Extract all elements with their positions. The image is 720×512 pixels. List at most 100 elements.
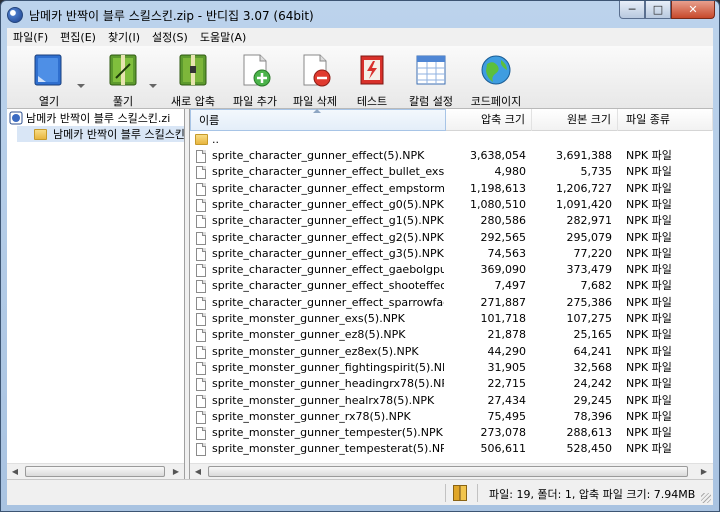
status-divider [477,484,478,502]
test-label: 테스트 [356,95,388,108]
file-type: NPK 파일 [626,230,672,244]
parent-folder-row[interactable]: .. [190,132,713,148]
open-dropdown-icon[interactable] [77,84,85,88]
file-row[interactable]: sprite_monster_gunner_fightingspirit(5).… [190,360,713,376]
file-type: NPK 파일 [626,165,672,179]
original-size: 29,245 [573,393,613,407]
codepage-button[interactable]: 코드페이지 [465,50,527,108]
file-row[interactable]: sprite_monster_gunner_healrx78(5).NPK 27,… [190,393,713,409]
file-row[interactable]: sprite_character_gunner_effect_bullet_ex… [190,164,713,180]
menu-help[interactable]: 도움말(A) [194,29,252,45]
open-archive-icon [34,54,62,86]
minimize-button[interactable]: ─ [619,1,645,19]
column-header-name[interactable]: 이름 [190,109,446,131]
file-type: NPK 파일 [626,393,672,407]
title-bar[interactable]: 남메카 반짝이 블루 스킬스킨.zip - 반디집 3.07 (64bit) ─… [1,1,719,28]
compressed-size: 1,198,613 [470,181,526,195]
menu-settings[interactable]: 설정(S) [146,29,194,45]
scroll-left-icon[interactable]: ◀ [7,464,23,479]
scroll-thumb[interactable] [25,466,165,477]
menu-edit[interactable]: 편집(E) [54,29,102,45]
list-horizontal-scrollbar[interactable]: ◀ ▶ [190,463,713,479]
original-size: 25,165 [573,328,613,342]
extract-button[interactable]: 풀기 [95,50,151,108]
compressed-size: 74,563 [487,246,527,260]
resize-grip[interactable] [701,493,711,503]
extract-icon [109,54,137,86]
file-name: sprite_character_gunner_effect_empstorm(… [212,181,444,195]
file-row[interactable]: sprite_monster_gunner_headingrx78(5).NPK… [190,376,713,392]
extract-label: 풀기 [112,95,134,108]
column-settings-button[interactable]: 칼럼 설정 [403,50,459,108]
file-row[interactable]: sprite_character_gunner_effect(5).NPK 3,6… [190,148,713,164]
scroll-thumb[interactable] [208,466,688,477]
scroll-right-icon[interactable]: ▶ [696,464,712,479]
file-type: NPK 파일 [626,328,672,342]
scroll-left-icon[interactable]: ◀ [190,464,206,479]
file-type: NPK 파일 [626,214,672,228]
file-name: sprite_monster_gunner_rx78(5).NPK [212,409,411,423]
window-title: 남메카 반짝이 블루 스킬스킨.zip - 반디집 3.07 (64bit) [29,9,314,23]
delete-file-button[interactable]: 파일 삭제 [287,50,343,108]
menu-find[interactable]: 찾기(I) [102,29,146,45]
original-size: 1,206,727 [556,181,612,195]
file-row[interactable]: sprite_monster_gunner_ez8ex(5).NPK 44,290… [190,344,713,360]
file-row[interactable]: sprite_character_gunner_effect_gaebolgpu… [190,262,713,278]
list-header: 이름 압축 크기 원본 크기 파일 종류 [190,109,713,131]
file-row[interactable]: sprite_monster_gunner_rx78(5).NPK 75,495 7… [190,409,713,425]
sort-ascending-icon [313,109,321,113]
status-bar: 파일: 19, 폴더: 1, 압축 파일 크기: 7.94MB [7,479,713,505]
menu-bar: 파일(F) 편집(E) 찾기(I) 설정(S) 도움말(A) [7,28,713,46]
add-file-button[interactable]: 파일 추가 [227,50,283,108]
open-button[interactable]: 열기 [21,50,77,108]
file-list[interactable]: 이름 압축 크기 원본 크기 파일 종류 .. sprite_character… [190,109,713,479]
file-name: sprite_monster_gunner_exs(5).NPK [212,312,405,325]
file-row[interactable]: sprite_monster_gunner_exs(5).NPK 101,718 1… [190,311,713,327]
file-row[interactable]: sprite_monster_gunner_ez8(5).NPK 21,878 25… [190,327,713,343]
file-name: sprite_monster_gunner_ez8ex(5).NPK [212,344,419,358]
compressed-size: 44,290 [487,344,527,358]
tree-item-folder[interactable]: 남메카 반짝이 블루 스킬스킨 [17,126,184,142]
file-row[interactable]: sprite_character_gunner_effect_g3(5).NPK… [190,246,713,262]
file-type: NPK 파일 [626,263,672,277]
tree-item-archive[interactable]: 남메카 반짝이 블루 스킬스킨.zi [9,110,170,126]
column-header-compressed[interactable]: 압축 크기 [446,109,532,131]
file-icon [196,443,206,457]
file-type: NPK 파일 [626,409,672,423]
file-row[interactable]: sprite_character_gunner_effect_sparrowfa… [190,295,713,311]
maximize-button[interactable]: □ [645,1,671,19]
file-row[interactable]: sprite_character_gunner_effect_g0(5).NPK… [190,197,713,213]
bandizip-app-icon[interactable] [7,7,23,23]
column-header-original[interactable]: 원본 크기 [532,109,618,131]
folder-icon [195,134,208,145]
original-size: 32,568 [573,360,613,374]
file-row[interactable]: sprite_monster_gunner_tempester(5).NPK 27… [190,425,713,441]
file-name: sprite_character_gunner_effect_gaebolgpu… [212,263,444,277]
open-label: 열기 [38,95,60,108]
test-button[interactable]: 테스트 [347,50,397,108]
file-icon [196,394,206,408]
file-row[interactable]: sprite_character_gunner_effect_shooteffe… [190,278,713,294]
file-name: sprite_character_gunner_effect_g2(5).NPK [212,230,444,244]
file-icon [196,378,206,392]
tree-horizontal-scrollbar[interactable]: ◀ ▶ [7,463,184,479]
column-header-type[interactable]: 파일 종류 [618,109,713,131]
delete-file-icon [303,54,331,87]
file-name: sprite_character_gunner_effect_g1(5).NPK [212,214,444,228]
original-size: 282,971 [566,214,613,228]
file-name: sprite_monster_gunner_headingrx78(5).NPK [212,377,444,391]
file-row[interactable]: sprite_character_gunner_effect_g1(5).NPK… [190,213,713,229]
folder-tree[interactable]: 남메카 반짝이 블루 스킬스킨.zi 남메카 반짝이 블루 스킬스킨 ◀ ▶ [7,109,185,479]
new-archive-button[interactable]: 새로 압축 [165,50,221,108]
file-name: sprite_character_gunner_effect_g0(5).NPK [212,197,444,211]
file-row[interactable]: sprite_character_gunner_effect_empstorm(… [190,181,713,197]
close-button[interactable]: ✕ [671,1,715,19]
menu-file[interactable]: 파일(F) [7,29,54,45]
file-row[interactable]: sprite_character_gunner_effect_g2(5).NPK… [190,230,713,246]
file-name: sprite_character_gunner_effect(5).NPK [212,149,425,162]
extract-dropdown-icon[interactable] [149,84,157,88]
file-type: NPK 파일 [626,312,672,325]
compressed-size: 31,905 [487,360,527,374]
file-row[interactable]: sprite_monster_gunner_tempesterat(5).NPK… [190,441,713,457]
scroll-right-icon[interactable]: ▶ [168,464,184,479]
